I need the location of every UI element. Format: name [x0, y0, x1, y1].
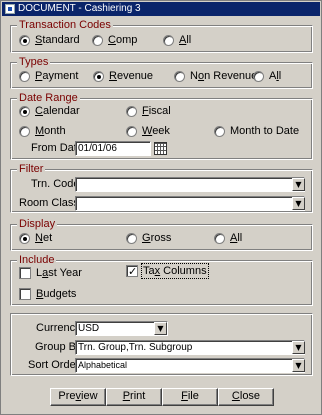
types-legend: Types	[17, 55, 51, 69]
radio-week-label: Week	[142, 125, 170, 137]
radio-fiscal[interactable]: Fiscal	[126, 105, 171, 117]
radio-month-to-date-label: Month to Date	[230, 125, 300, 137]
filter-group: Filter Trn. Code ▼ Room Class ▼	[10, 162, 313, 213]
radio-week[interactable]: Week	[126, 125, 170, 137]
radio-revenue-label: Revenue	[109, 70, 154, 82]
checkbox-last-year-label: Last Year	[36, 267, 82, 279]
radio-gross[interactable]: Gross	[126, 232, 171, 244]
radio-net-indicator	[19, 232, 30, 244]
radio-calendar[interactable]: Calendar	[19, 105, 80, 117]
radio-all-codes-label: All	[179, 34, 192, 46]
checkbox-budgets[interactable]: Budgets	[19, 288, 76, 300]
radio-all-display[interactable]: All	[214, 232, 242, 244]
radio-payment-label: Payment	[35, 70, 79, 82]
preview-button[interactable]: Preview	[50, 388, 106, 406]
radio-comp-indicator	[92, 34, 103, 46]
sort-order-label: Sort Order	[28, 359, 80, 371]
display-group: Display Net Gross All	[10, 217, 313, 251]
radio-comp-label: Comp	[108, 34, 138, 46]
radio-standard-label: Standard	[35, 34, 80, 46]
radio-month[interactable]: Month	[19, 125, 66, 137]
group-by-dropdown-icon[interactable]: ▼	[292, 341, 305, 354]
currency-dropdown-icon[interactable]: ▼	[154, 322, 167, 335]
date-range-legend: Date Range	[17, 91, 80, 105]
radio-fiscal-label: Fiscal	[142, 105, 171, 117]
from-date-input[interactable]: 01/01/06	[75, 141, 151, 156]
radio-month-to-date-indicator	[214, 125, 225, 137]
radio-payment-indicator	[19, 70, 30, 82]
checkbox-last-year[interactable]: Last Year	[19, 267, 82, 279]
radio-gross-indicator	[126, 232, 137, 244]
radio-gross-label: Gross	[142, 232, 172, 244]
types-group: Types Payment Revenue Non Revenue All	[10, 55, 313, 89]
radio-standard-indicator	[19, 34, 30, 46]
checkbox-budgets-box	[19, 288, 31, 300]
room-class-dropdown-icon[interactable]: ▼	[292, 197, 305, 210]
checkbox-last-year-box	[19, 267, 31, 279]
radio-week-indicator	[126, 125, 137, 137]
radio-standard[interactable]: Standard	[19, 34, 80, 46]
print-button[interactable]: Print	[106, 388, 162, 406]
radio-fiscal-indicator	[126, 105, 137, 117]
trn-code-input[interactable]	[75, 177, 305, 192]
radio-all-codes[interactable]: All	[163, 34, 191, 46]
room-class-input[interactable]	[75, 196, 305, 211]
room-class-label: Room Class	[19, 197, 79, 209]
sort-order-dropdown-icon[interactable]: ▼	[292, 359, 305, 372]
trn-code-label: Trn. Code	[31, 178, 80, 190]
display-legend: Display	[17, 217, 58, 231]
radio-all-display-indicator	[214, 232, 225, 244]
date-range-group: Date Range Calendar Fiscal Month Week Mo…	[10, 91, 313, 160]
radio-month-indicator	[19, 125, 30, 137]
window-title: DOCUMENT - Cashiering 3	[18, 3, 141, 14]
transaction-codes-group: Transaction Codes Standard Comp All	[10, 18, 313, 53]
radio-month-label: Month	[35, 125, 66, 137]
radio-all-display-label: All	[230, 232, 243, 244]
sort-order-select[interactable]: Alphabetical	[75, 358, 305, 373]
checkbox-budgets-label: Budgets	[36, 288, 77, 300]
cashiering-dialog: DOCUMENT - Cashiering 3 Transaction Code…	[0, 0, 322, 415]
checkbox-tax-columns-box	[126, 265, 138, 277]
close-button[interactable]: Close	[218, 388, 274, 406]
radio-non-revenue-label: Non Revenue	[190, 70, 258, 82]
radio-payment[interactable]: Payment	[19, 70, 78, 82]
group-by-input[interactable]: Trn. Group,Trn. Subgroup	[75, 340, 305, 355]
include-legend: Include	[17, 253, 57, 267]
radio-calendar-indicator	[19, 105, 30, 117]
include-group: Include Last Year Tax Columns Budgets	[10, 253, 313, 306]
file-button[interactable]: File	[162, 388, 218, 406]
radio-net[interactable]: Net	[19, 232, 52, 244]
checkbox-tax-columns[interactable]: Tax Columns	[126, 263, 209, 279]
radio-non-revenue-indicator	[174, 70, 185, 82]
document-app-icon	[5, 4, 15, 14]
radio-calendar-label: Calendar	[35, 105, 80, 117]
title-bar: DOCUMENT - Cashiering 3	[2, 2, 320, 16]
calendar-icon[interactable]	[154, 142, 167, 155]
trn-code-dropdown-icon[interactable]: ▼	[292, 178, 305, 191]
radio-net-label: Net	[35, 232, 53, 244]
transaction-codes-legend: Transaction Codes	[17, 18, 113, 32]
settings-group: Currency USD ▼ Group By Trn. Group,Trn. …	[10, 313, 313, 376]
radio-all-types-label: All	[269, 70, 282, 82]
radio-all-codes-indicator	[163, 34, 174, 46]
checkbox-tax-columns-label: Tax Columns	[141, 263, 209, 279]
radio-month-to-date[interactable]: Month to Date	[214, 125, 299, 137]
filter-legend: Filter	[17, 162, 46, 176]
radio-all-types[interactable]: All	[253, 70, 281, 82]
radio-revenue[interactable]: Revenue	[93, 70, 153, 82]
radio-comp[interactable]: Comp	[92, 34, 137, 46]
radio-non-revenue[interactable]: Non Revenue	[174, 70, 257, 82]
currency-label: Currency	[36, 322, 81, 334]
radio-all-types-indicator	[253, 70, 264, 82]
radio-revenue-indicator	[93, 70, 104, 82]
